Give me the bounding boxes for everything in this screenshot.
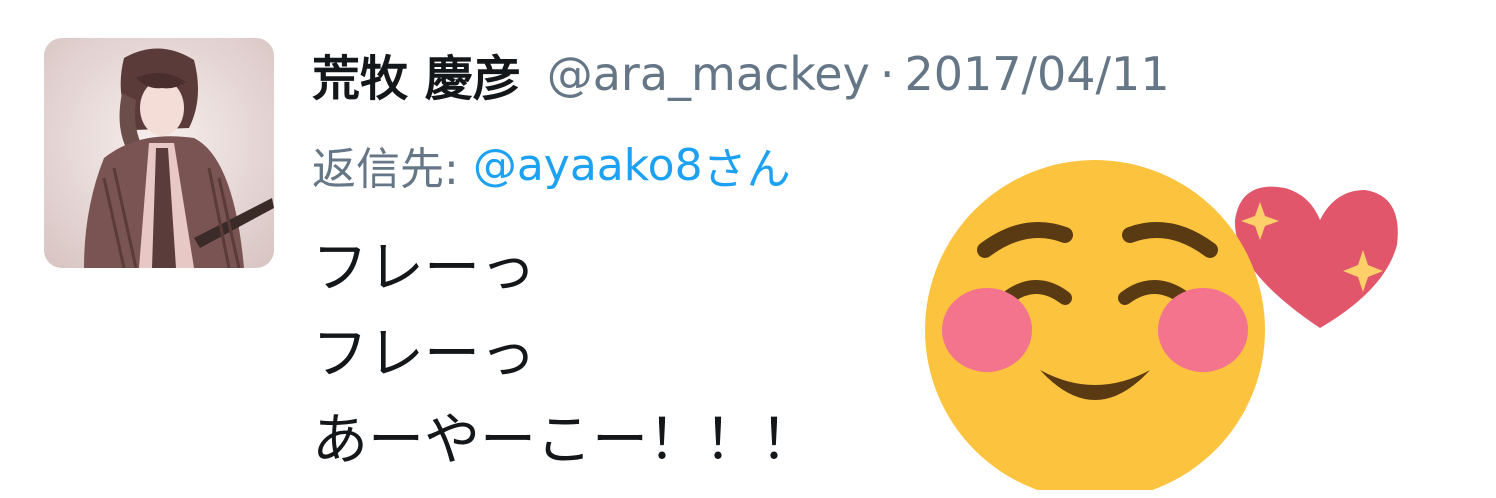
reply-prefix: 返信先: — [312, 144, 459, 195]
reply-to-line: 返信先: @ayaako8 さん — [312, 130, 791, 200]
tweet-timestamp[interactable]: 2017/04/11 — [904, 47, 1169, 101]
avatar[interactable] — [44, 38, 274, 268]
tweet-text-line: フレーっ — [312, 236, 536, 301]
tweet-text-line: フレーっ — [312, 322, 536, 387]
separator-dot: · — [879, 47, 895, 101]
display-name[interactable]: 荒牧 慶彦 — [312, 39, 521, 109]
user-handle[interactable]: @ara_mackey — [547, 47, 870, 101]
avatar-image — [44, 38, 274, 268]
smiling-face-with-heart-emoji-icon — [925, 160, 1398, 490]
tweet-header: 荒牧 慶彦 @ara_mackey · 2017/04/11 — [312, 34, 1170, 114]
tweet-text-line: あーやーこー！！！ — [312, 408, 816, 473]
tweet-card: 荒牧 慶彦 @ara_mackey · 2017/04/11 返信先: @aya… — [0, 0, 1496, 498]
tweet-text: フレーっ フレーっ あーやーこー！！！ — [312, 226, 816, 484]
reply-target-link[interactable]: @ayaako8 — [473, 140, 703, 191]
reply-suffix: さん — [702, 144, 791, 195]
smiling-face-icon — [925, 160, 1265, 490]
